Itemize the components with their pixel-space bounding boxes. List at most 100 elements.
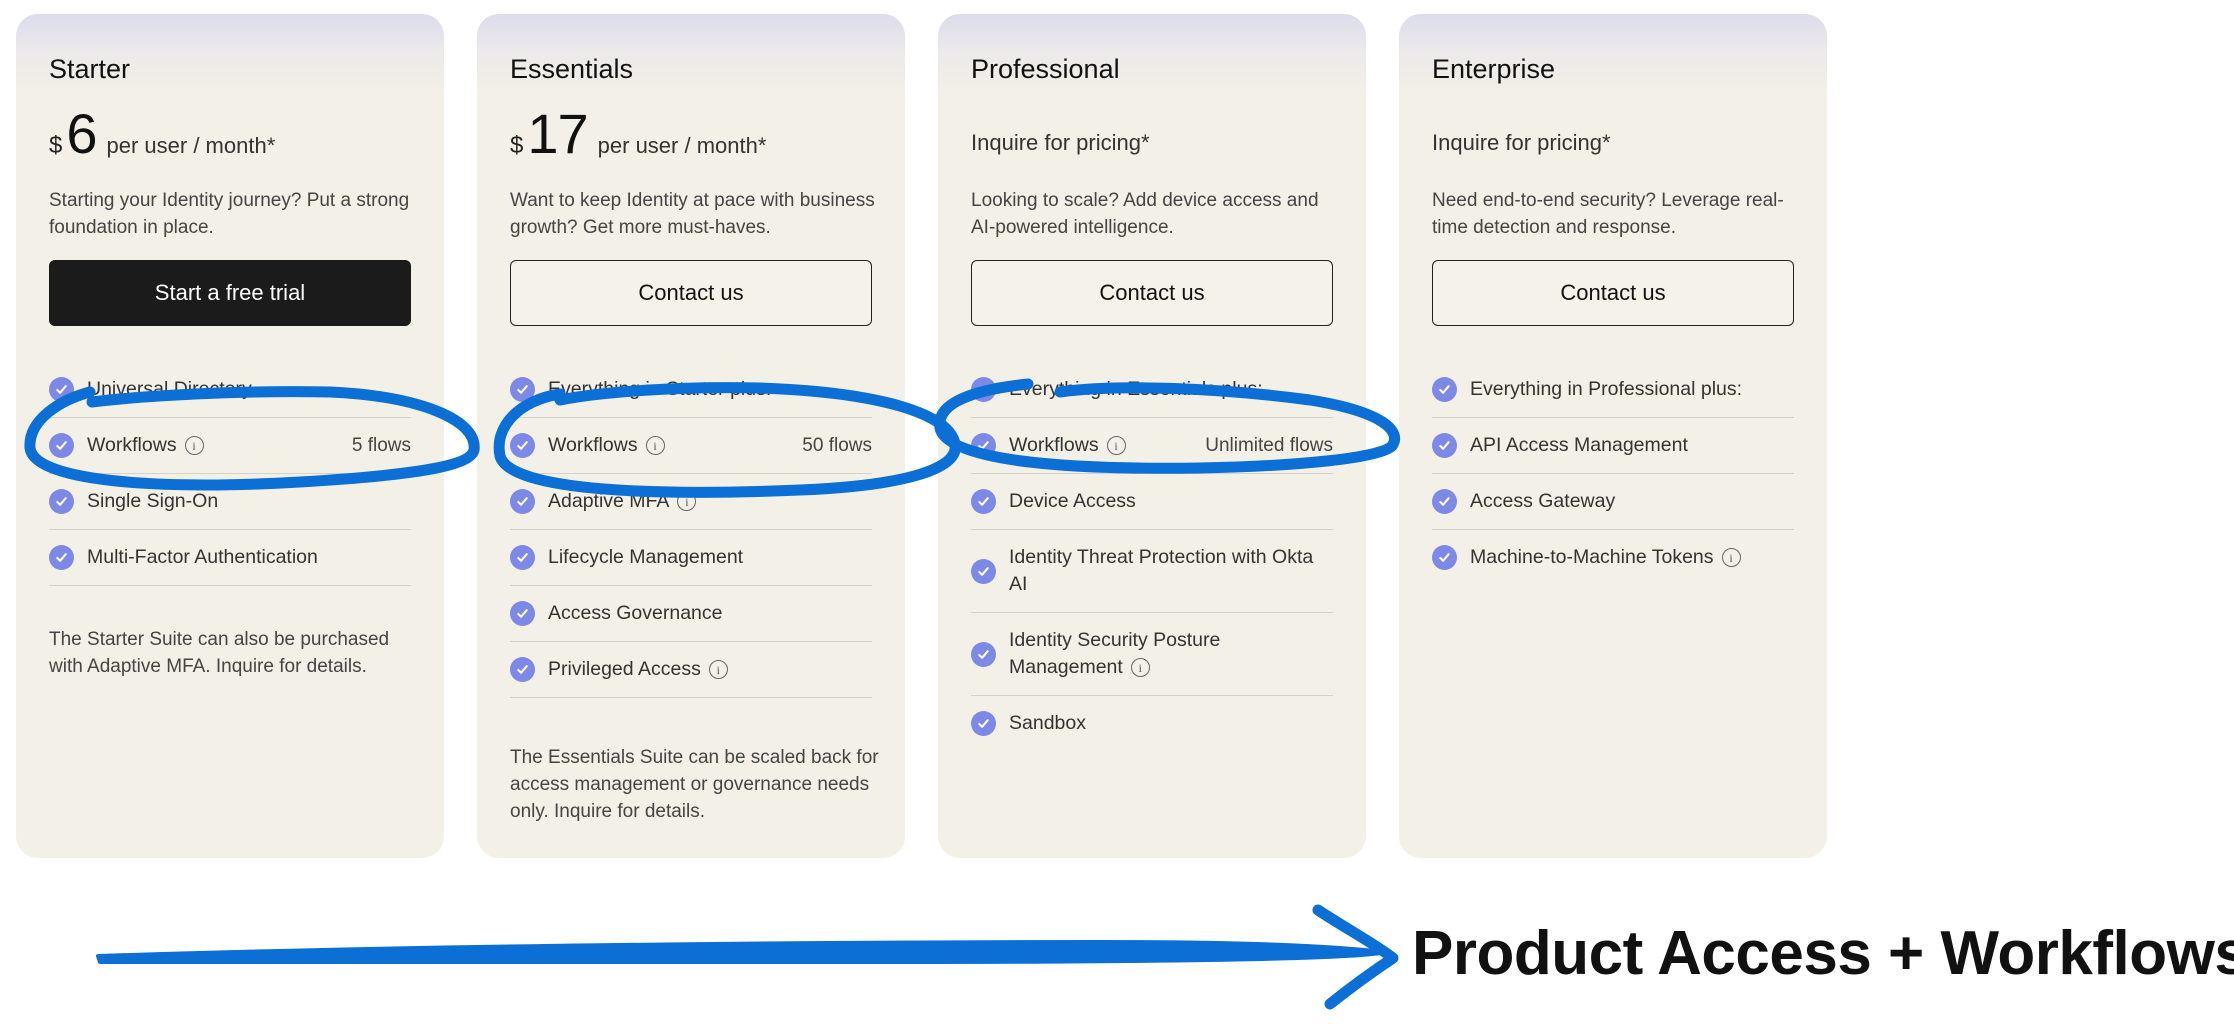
start-free-trial-button[interactable]: Start a free trial [49, 260, 411, 326]
check-icon [971, 377, 996, 402]
arrow-shaft [96, 940, 1387, 965]
plan-note: The Starter Suite can also be purchased … [49, 629, 390, 677]
contact-us-button[interactable]: Contact us [1432, 260, 1794, 326]
plan-name: Starter [49, 54, 131, 84]
feature-value: 5 flows [351, 435, 411, 456]
check-icon [510, 433, 535, 458]
feature-item: Multi-Factor Authentication [49, 530, 411, 586]
feature-item: Adaptive MFA i [510, 474, 872, 530]
feature-item: Privileged Access i [510, 642, 872, 698]
feature-item: Everything in Professional plus: [1432, 362, 1794, 418]
feature-item: Workflows i 50 flows [510, 418, 872, 474]
info-icon[interactable]: i [1106, 436, 1126, 456]
feature-item: API Access Management [1432, 418, 1794, 474]
feature-value: 50 flows [802, 435, 872, 456]
check-icon [49, 489, 74, 514]
plan-price: $ 6 per user / month* [49, 106, 275, 162]
feature-label: Adaptive MFA [548, 490, 670, 512]
feature-label-wrap: Machine-to-Machine Tokens i [1470, 544, 1794, 571]
plan-name: Professional [971, 54, 1120, 84]
feature-label: API Access Management [1470, 434, 1688, 456]
plan-name: Enterprise [1432, 54, 1556, 84]
feature-item: Single Sign-On [49, 474, 411, 530]
info-icon[interactable]: i [1130, 658, 1150, 678]
plan-description: Starting your Identity journey? Put a st… [49, 190, 410, 238]
info-icon[interactable]: i [1721, 548, 1741, 568]
check-icon [510, 601, 535, 626]
feature-label-wrap: Workflows i [1009, 432, 1205, 459]
feature-label: Sandbox [1009, 712, 1086, 734]
feature-label: Identity Threat Protection with Okta AI [1009, 546, 1314, 595]
feature-label: Universal Directory [87, 378, 252, 400]
check-icon [49, 433, 74, 458]
info-icon[interactable]: i [645, 436, 665, 456]
feature-label: Everything in Professional plus: [1470, 378, 1743, 400]
feature-label: Workflows [548, 434, 638, 456]
feature-item: Access Governance [510, 586, 872, 642]
check-icon [49, 377, 74, 402]
pricing-text: Inquire for pricing* [971, 130, 1150, 155]
feature-label: Access Gateway [1470, 490, 1616, 512]
price-currency: $ [49, 132, 63, 159]
feature-label: Lifecycle Management [548, 546, 744, 568]
check-icon [971, 433, 996, 458]
plan-price: $ 17 per user / month* [510, 106, 766, 162]
check-icon [971, 711, 996, 736]
pricing-text: Inquire for pricing* [1432, 130, 1611, 155]
annotation-banner: Product Access + Workflows [1412, 919, 2234, 988]
arrow-head [1312, 904, 1399, 1010]
price-amount: 6 [66, 102, 97, 165]
feature-item: Workflows i Unlimited flows [971, 418, 1333, 474]
info-icon[interactable]: i [184, 436, 204, 456]
feature-label: Everything in Essentials plus: [1009, 378, 1263, 400]
check-icon [971, 489, 996, 514]
plan-card-enterprise: Enterprise Inquire for pricing* Need end… [1399, 14, 1827, 858]
check-icon [510, 489, 535, 514]
feature-item: Access Gateway [1432, 474, 1794, 530]
feature-value: Unlimited flows [1205, 435, 1333, 456]
feature-item: Lifecycle Management [510, 530, 872, 586]
feature-item: Everything in Essentials plus: [971, 362, 1333, 418]
feature-list: Universal Directory Workflows i 5 flows S… [49, 362, 411, 586]
feature-label: Privileged Access [548, 658, 701, 680]
plan-description: Need end-to-end security? Leverage real-… [1432, 190, 1784, 238]
feature-list: Everything in Starter plus: Workflows i 5… [510, 362, 872, 698]
feature-label: Everything in Starter plus: [548, 378, 772, 400]
check-icon [510, 377, 535, 402]
feature-item: Device Access [971, 474, 1333, 530]
price-amount: 17 [527, 102, 588, 165]
feature-label: Multi-Factor Authentication [87, 546, 318, 568]
feature-item: Universal Directory [49, 362, 411, 418]
feature-item: Sandbox [971, 696, 1333, 751]
check-icon [1432, 489, 1457, 514]
feature-label: Workflows [1009, 434, 1099, 456]
feature-label-wrap: Identity Security Posture Management i [1009, 627, 1333, 681]
feature-label-wrap: Workflows i [87, 432, 352, 459]
check-icon [1432, 545, 1457, 570]
feature-item: Everything in Starter plus: [510, 362, 872, 418]
check-icon [49, 545, 74, 570]
plan-card-essentials: Essentials $ 17 per user / month* Want t… [477, 14, 905, 858]
check-icon [510, 657, 535, 682]
info-icon[interactable]: i [677, 492, 697, 512]
check-icon [1432, 433, 1457, 458]
feature-label: Access Governance [548, 602, 723, 624]
price-unit: per user / month* [597, 133, 767, 158]
check-icon [510, 545, 535, 570]
contact-us-button[interactable]: Contact us [510, 260, 872, 326]
feature-label-wrap: Privileged Access i [548, 656, 872, 683]
feature-item: Identity Threat Protection with Okta AI [971, 530, 1333, 613]
feature-item: Workflows i 5 flows [49, 418, 411, 474]
info-icon[interactable]: i [708, 660, 728, 680]
feature-label: Workflows [87, 434, 177, 456]
check-icon [971, 641, 996, 667]
feature-list: Everything in Essentials plus: Workflows… [971, 362, 1333, 751]
feature-label-wrap: Workflows i [548, 432, 802, 459]
plan-description: Want to keep Identity at pace with busin… [510, 190, 875, 238]
check-icon [971, 558, 996, 584]
feature-label: Device Access [1009, 490, 1136, 512]
feature-label: Identity Security Posture Management [1009, 629, 1221, 678]
feature-item: Identity Security Posture Management i [971, 613, 1333, 696]
contact-us-button[interactable]: Contact us [971, 260, 1333, 326]
feature-item: Machine-to-Machine Tokens i [1432, 530, 1794, 585]
